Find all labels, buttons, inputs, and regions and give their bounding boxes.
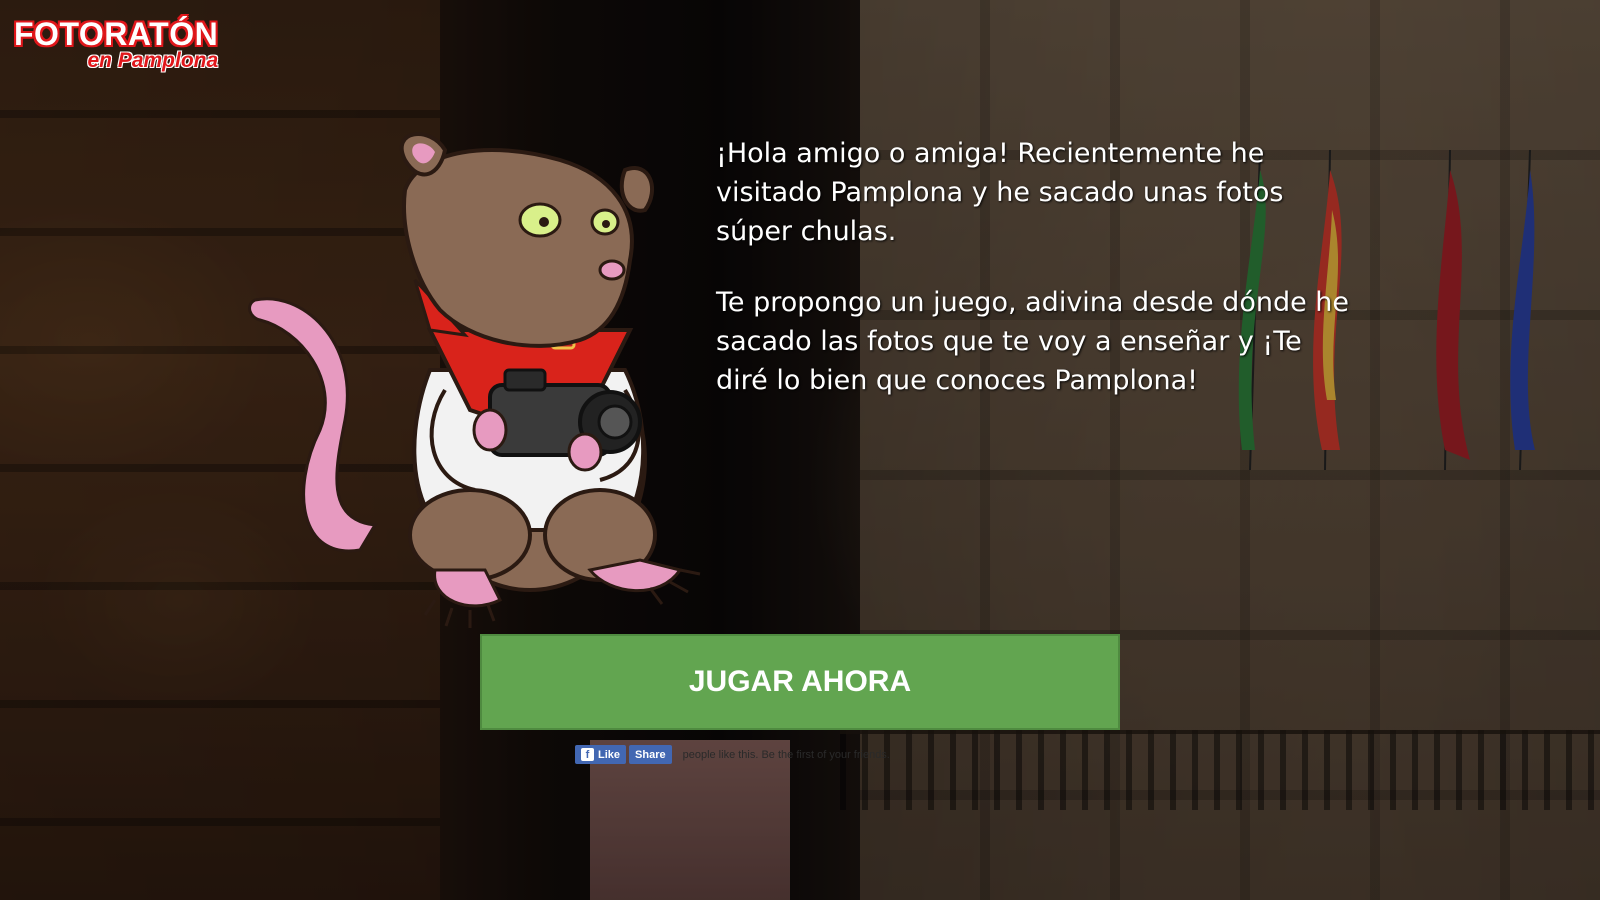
intro-paragraph-2: Te propongo un juego, adivina desde dónd…	[716, 287, 1350, 396]
rat-mascot-illustration	[248, 132, 701, 628]
intro-paragraph-1: ¡Hola amigo o amiga! Recientemente he vi…	[716, 138, 1284, 247]
play-now-button[interactable]: JUGAR AHORA	[480, 634, 1120, 730]
facebook-share-button[interactable]: Share	[629, 745, 672, 764]
facebook-like-widget: f Like Share people like this. Be the fi…	[575, 745, 890, 764]
logo-subtitle: en Pamplona	[87, 49, 219, 72]
facebook-like-label: Like	[598, 748, 621, 761]
intro-text: ¡Hola amigo o amiga! Recientemente he vi…	[716, 134, 1356, 400]
facebook-like-button[interactable]: f Like	[575, 745, 627, 764]
facebook-social-text: people like this. Be the first of your f…	[682, 748, 890, 761]
facebook-icon: f	[581, 748, 594, 761]
logo-title: FOTORATÓN	[14, 16, 219, 52]
site-logo[interactable]: FOTORATÓN en Pamplona	[14, 18, 218, 71]
facebook-share-label: Share	[635, 748, 666, 761]
